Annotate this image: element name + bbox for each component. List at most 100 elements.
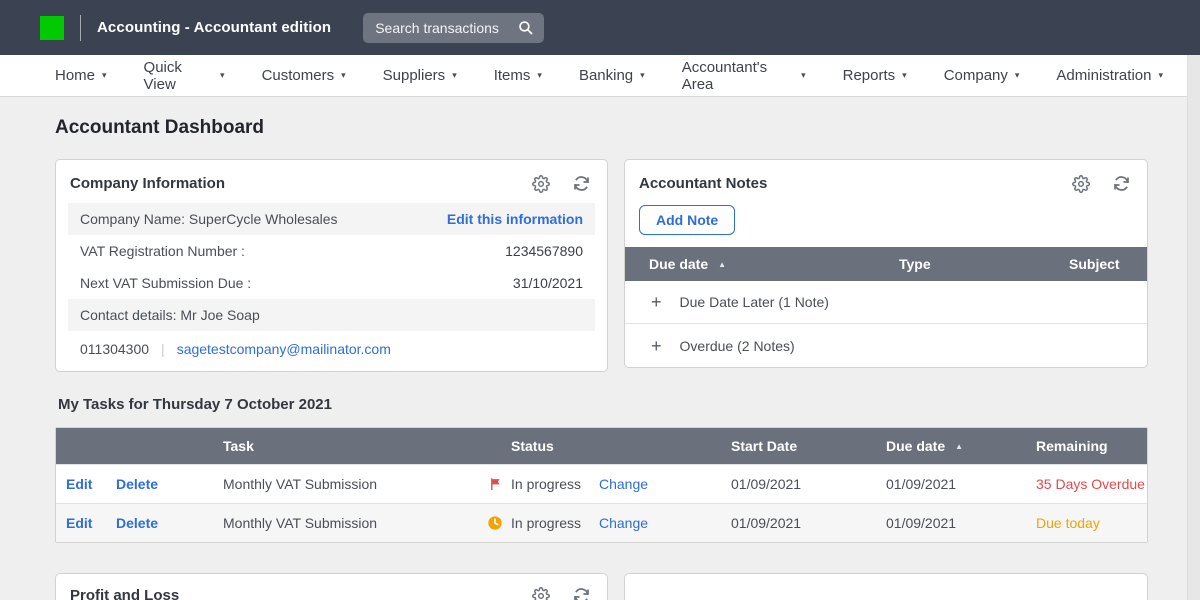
gear-icon[interactable] xyxy=(532,587,550,600)
nav-item-reports[interactable]: Reports ▾ xyxy=(843,67,907,84)
gear-icon[interactable] xyxy=(532,175,550,193)
task-start-date: 01/09/2021 xyxy=(719,515,874,531)
search-icon[interactable] xyxy=(517,19,534,36)
profit-loss-panel: Profit and Loss xyxy=(55,573,608,600)
page-scrollbar[interactable] xyxy=(1187,55,1200,600)
vat-number-value: 1234567890 xyxy=(505,243,583,259)
tasks-column-due-date[interactable]: Due date ▲ xyxy=(874,438,1024,454)
nav-item-quick-view[interactable]: Quick View ▾ xyxy=(144,59,225,93)
task-name: Monthly VAT Submission xyxy=(211,476,481,492)
notes-group-overdue[interactable]: + Overdue (2 Notes) xyxy=(625,324,1147,367)
nav-item-suppliers[interactable]: Suppliers ▾ xyxy=(383,67,457,84)
refresh-icon[interactable] xyxy=(1112,174,1131,193)
profit-loss-title: Profit and Loss xyxy=(70,587,179,600)
tasks-column-start-date[interactable]: Start Date xyxy=(719,438,874,454)
chevron-down-icon: ▾ xyxy=(801,71,806,80)
contact-details-row: Contact details: Mr Joe Soap xyxy=(68,299,595,331)
next-vat-value: 31/10/2021 xyxy=(513,275,583,291)
chevron-down-icon: ▾ xyxy=(452,71,457,80)
task-row: Edit Delete Monthly VAT Submission In pr… xyxy=(56,464,1147,503)
delete-task-link[interactable]: Delete xyxy=(116,476,211,492)
red-flag-icon xyxy=(481,476,511,492)
add-note-button[interactable]: Add Note xyxy=(639,205,735,235)
chevron-down-icon: ▾ xyxy=(902,71,907,80)
chevron-down-icon: ▾ xyxy=(220,71,225,80)
app-title: Accounting - Accountant edition xyxy=(97,19,331,36)
chevron-down-icon: ▾ xyxy=(341,71,346,80)
nav-item-banking[interactable]: Banking ▾ xyxy=(579,67,645,84)
chevron-down-icon: ▾ xyxy=(1158,71,1163,80)
edit-task-link[interactable]: Edit xyxy=(56,515,116,531)
topbar-divider xyxy=(80,15,81,41)
nav-item-items[interactable]: Items ▾ xyxy=(494,67,542,84)
notes-group-label: Due Date Later (1 Note) xyxy=(680,294,829,310)
task-start-date: 01/09/2021 xyxy=(719,476,874,492)
refresh-icon[interactable] xyxy=(572,174,591,193)
task-remaining: Due today xyxy=(1024,515,1147,531)
notes-column-subject[interactable]: Subject xyxy=(1045,256,1147,272)
pipe-divider: | xyxy=(161,341,165,357)
task-status: In progress xyxy=(511,515,599,531)
company-name-row: Company Name: SuperCycle Wholesales Edit… xyxy=(68,203,595,235)
task-row: Edit Delete Monthly VAT Submission In pr… xyxy=(56,503,1147,542)
sort-asc-icon: ▲ xyxy=(955,442,963,451)
bottom-right-panel xyxy=(624,573,1148,600)
expand-plus-icon[interactable]: + xyxy=(651,337,662,355)
nav-item-administration[interactable]: Administration ▾ xyxy=(1056,67,1163,84)
app-window: Accounting - Accountant edition Home ▾ Q… xyxy=(0,0,1200,600)
chevron-down-icon: ▾ xyxy=(640,71,645,80)
phone-email-row: 011304300 | sagetestcompany@mailinator.c… xyxy=(68,331,595,359)
nav-item-company[interactable]: Company ▾ xyxy=(944,67,1020,84)
nav-item-customers[interactable]: Customers ▾ xyxy=(262,67,346,84)
tasks-column-status[interactable]: Status xyxy=(511,438,599,454)
company-information-title: Company Information xyxy=(70,175,225,192)
vat-number-label: VAT Registration Number : xyxy=(80,243,245,259)
company-email-link[interactable]: sagetestcompany@mailinator.com xyxy=(177,341,391,357)
task-due-date: 01/09/2021 xyxy=(874,515,1024,531)
vat-number-row: VAT Registration Number : 1234567890 xyxy=(68,235,595,267)
contact-details-text: Contact details: Mr Joe Soap xyxy=(80,307,260,323)
gear-icon[interactable] xyxy=(1072,175,1090,193)
chevron-down-icon: ▾ xyxy=(537,71,542,80)
top-bar: Accounting - Accountant edition xyxy=(0,0,1200,55)
brand-logo xyxy=(40,16,64,40)
task-due-date: 01/09/2021 xyxy=(874,476,1024,492)
accountant-notes-title: Accountant Notes xyxy=(639,175,767,192)
chevron-down-icon: ▾ xyxy=(102,71,107,80)
task-status: In progress xyxy=(511,476,599,492)
phone-number: 011304300 xyxy=(80,341,149,357)
chevron-down-icon: ▾ xyxy=(1015,71,1020,80)
delete-task-link[interactable]: Delete xyxy=(116,515,211,531)
page-title: Accountant Dashboard xyxy=(55,117,1148,139)
accountant-notes-panel: Accountant Notes xyxy=(624,159,1148,368)
nav-item-accountants-area[interactable]: Accountant's Area ▾ xyxy=(682,59,806,93)
edit-task-link[interactable]: Edit xyxy=(56,476,116,492)
search-input[interactable] xyxy=(375,20,517,36)
tasks-column-remaining[interactable]: Remaining xyxy=(1024,438,1147,454)
tasks-table-header: Task Status Start Date Due date ▲ Remain… xyxy=(56,428,1147,464)
next-vat-label: Next VAT Submission Due : xyxy=(80,275,251,291)
my-tasks-title: My Tasks for Thursday 7 October 2021 xyxy=(58,396,1148,413)
main-nav: Home ▾ Quick View ▾ Customers ▾ Supplier… xyxy=(0,55,1200,97)
expand-plus-icon[interactable]: + xyxy=(651,293,662,311)
change-status-link[interactable]: Change xyxy=(599,515,719,531)
company-name-text: Company Name: SuperCycle Wholesales xyxy=(80,211,338,227)
change-status-link[interactable]: Change xyxy=(599,476,719,492)
edit-information-link[interactable]: Edit this information xyxy=(447,211,583,227)
my-tasks-table: Task Status Start Date Due date ▲ Remain… xyxy=(55,427,1148,543)
refresh-icon[interactable] xyxy=(572,586,591,600)
amber-clock-icon xyxy=(481,515,511,531)
notes-column-type[interactable]: Type xyxy=(875,256,1045,272)
dashboard-content: Accountant Dashboard Company Information xyxy=(0,97,1200,600)
nav-item-home[interactable]: Home ▾ xyxy=(55,67,107,84)
notes-group-label: Overdue (2 Notes) xyxy=(680,338,795,354)
notes-column-due-date[interactable]: Due date ▲ xyxy=(625,256,875,272)
next-vat-row: Next VAT Submission Due : 31/10/2021 xyxy=(68,267,595,299)
notes-group-due-later[interactable]: + Due Date Later (1 Note) xyxy=(625,281,1147,324)
tasks-column-task[interactable]: Task xyxy=(211,438,481,454)
search-box[interactable] xyxy=(363,13,544,43)
task-remaining: 35 Days Overdue xyxy=(1024,476,1147,492)
notes-table-header: Due date ▲ Type Subject xyxy=(625,247,1147,281)
sort-asc-icon: ▲ xyxy=(718,260,726,269)
task-name: Monthly VAT Submission xyxy=(211,515,481,531)
